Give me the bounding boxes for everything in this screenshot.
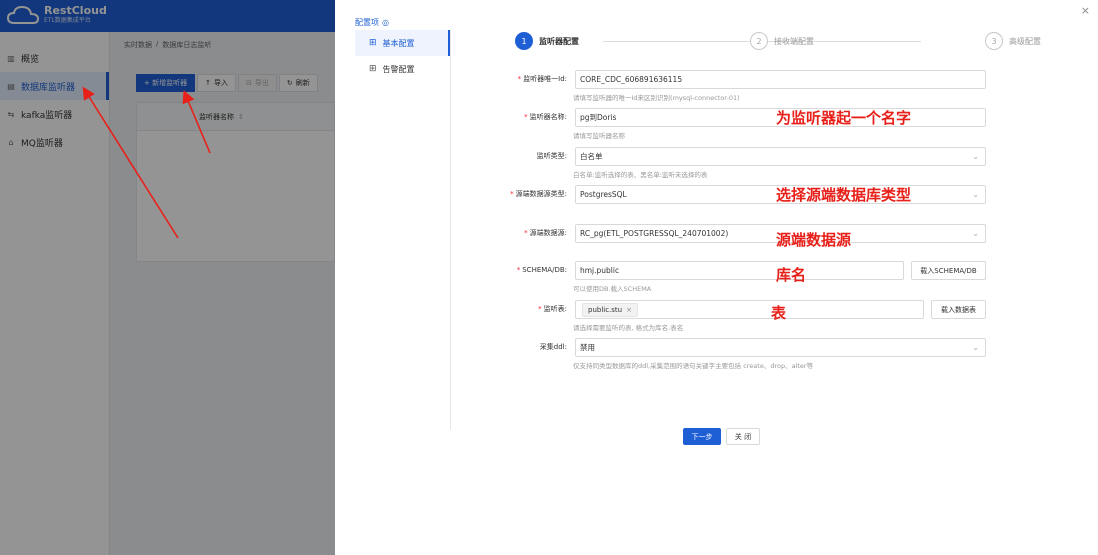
uid-label: * 监听器唯一Id: bbox=[517, 75, 567, 83]
source-type-label-text: 源端数据源类型: bbox=[515, 190, 567, 198]
chevron-down-icon: ⌄ bbox=[972, 152, 979, 161]
listen-type-value: 白名单 bbox=[580, 152, 603, 161]
tables-label: * 监听表: bbox=[538, 305, 567, 313]
schema-label-text: SCHEMA/DB: bbox=[522, 266, 567, 274]
type-label: 监听类型: bbox=[536, 152, 567, 160]
tables-multiselect[interactable]: public.stu × bbox=[575, 300, 924, 319]
schema-hint: 可以使用DB.载入SCHEMA bbox=[573, 285, 652, 293]
type-hint: 白名单:监听选择的表、黑名单:监听未选择的表 bbox=[573, 171, 708, 179]
next-step-button[interactable]: 下一步 bbox=[683, 428, 721, 445]
chevron-down-icon: ⌄ bbox=[972, 343, 979, 352]
annotation-source-type: 选择源端数据库类型 bbox=[776, 186, 912, 204]
step-3: 3 高级配置 bbox=[985, 32, 1041, 50]
table-tag-text: public.stu bbox=[588, 306, 623, 314]
load-tables-button[interactable]: 载入数据表 bbox=[931, 300, 986, 319]
tables-label-text: 监听表: bbox=[543, 305, 567, 313]
nav-title: 配置项 ◎ bbox=[355, 17, 389, 28]
uid-label-text: 监听器唯一Id: bbox=[523, 75, 567, 83]
source-label: * 源端数据源: bbox=[524, 229, 567, 237]
close-button[interactable]: 关 闭 bbox=[726, 428, 760, 445]
annotation-table: 表 bbox=[771, 304, 787, 322]
schema-label: * SCHEMA/DB: bbox=[516, 266, 567, 274]
load-schema-button[interactable]: 载入SCHEMA/DB bbox=[911, 261, 986, 280]
tables-hint: 请选择需要监听的表, 格式为库名.表名 bbox=[573, 324, 684, 332]
step-2: 2 接收端配置 bbox=[750, 32, 814, 50]
step-number: 3 bbox=[985, 32, 1003, 50]
grid-icon: ⊞ bbox=[369, 38, 377, 48]
schema-input[interactable] bbox=[575, 261, 904, 280]
name-label-text: 监听器名称: bbox=[529, 113, 567, 121]
chevron-down-icon: ⌄ bbox=[972, 229, 979, 238]
listen-type-select[interactable]: 白名单 ⌄ bbox=[575, 147, 986, 166]
background-app: RestCloud ETL数据集成平台 ▥ 概览 ▤ 数据库监听器 ⇆ kafk… bbox=[0, 0, 335, 555]
uid-hint: 请填写监听器的唯一Id来区别识别(mysql-connector-01) bbox=[573, 94, 740, 102]
annotation-source: 源端数据源 bbox=[776, 231, 852, 249]
nav-item-label: 基本配置 bbox=[382, 38, 415, 48]
modal-overlay[interactable] bbox=[0, 0, 335, 555]
step-1: 1 监听器配置 bbox=[515, 32, 579, 50]
config-drawer: × 配置项 ◎ ⊞ 基本配置 ⊞ 告警配置 1 监听器配置 2 接收端配置 3 … bbox=[335, 0, 1098, 555]
step-number: 1 bbox=[515, 32, 533, 50]
step-label: 高级配置 bbox=[1009, 36, 1041, 46]
step-label: 接收端配置 bbox=[774, 36, 814, 46]
step-label: 监听器配置 bbox=[539, 36, 579, 46]
source-type-label: * 源端数据源类型: bbox=[510, 190, 567, 198]
chevron-down-icon: ⌄ bbox=[972, 190, 979, 199]
uid-input[interactable] bbox=[575, 70, 986, 89]
step-progress: 1 监听器配置 2 接收端配置 3 高级配置 bbox=[515, 32, 1055, 52]
name-hint: 请填写监听器名称 bbox=[573, 132, 625, 140]
name-label: * 监听器名称: bbox=[524, 113, 567, 121]
annotation-schema: 库名 bbox=[776, 266, 807, 284]
table-tag: public.stu × bbox=[582, 303, 638, 317]
close-icon[interactable]: × bbox=[1081, 4, 1090, 17]
source-label-text: 源端数据源: bbox=[529, 229, 567, 237]
nav-item-basic-config[interactable]: ⊞ 基本配置 bbox=[355, 30, 450, 56]
ddl-value: 禁用 bbox=[580, 343, 595, 352]
source-value: RC_pg(ETL_POSTGRESSQL_240701002) bbox=[580, 229, 729, 238]
ddl-label: 采集ddl: bbox=[539, 343, 567, 351]
tag-close-icon[interactable]: × bbox=[626, 304, 632, 316]
ddl-hint: 仅支持同类型数据库的ddl,采集范围的语句关键字主要包括 create、drop… bbox=[573, 362, 814, 370]
ddl-select[interactable]: 禁用 ⌄ bbox=[575, 338, 986, 357]
step-number: 2 bbox=[750, 32, 768, 50]
source-type-value: PostgresSQL bbox=[580, 190, 627, 199]
nav-title-text: 配置项 bbox=[355, 18, 379, 27]
settings-circle-icon: ◎ bbox=[382, 18, 389, 27]
annotation-name: 为监听器起一个名字 bbox=[776, 109, 912, 127]
